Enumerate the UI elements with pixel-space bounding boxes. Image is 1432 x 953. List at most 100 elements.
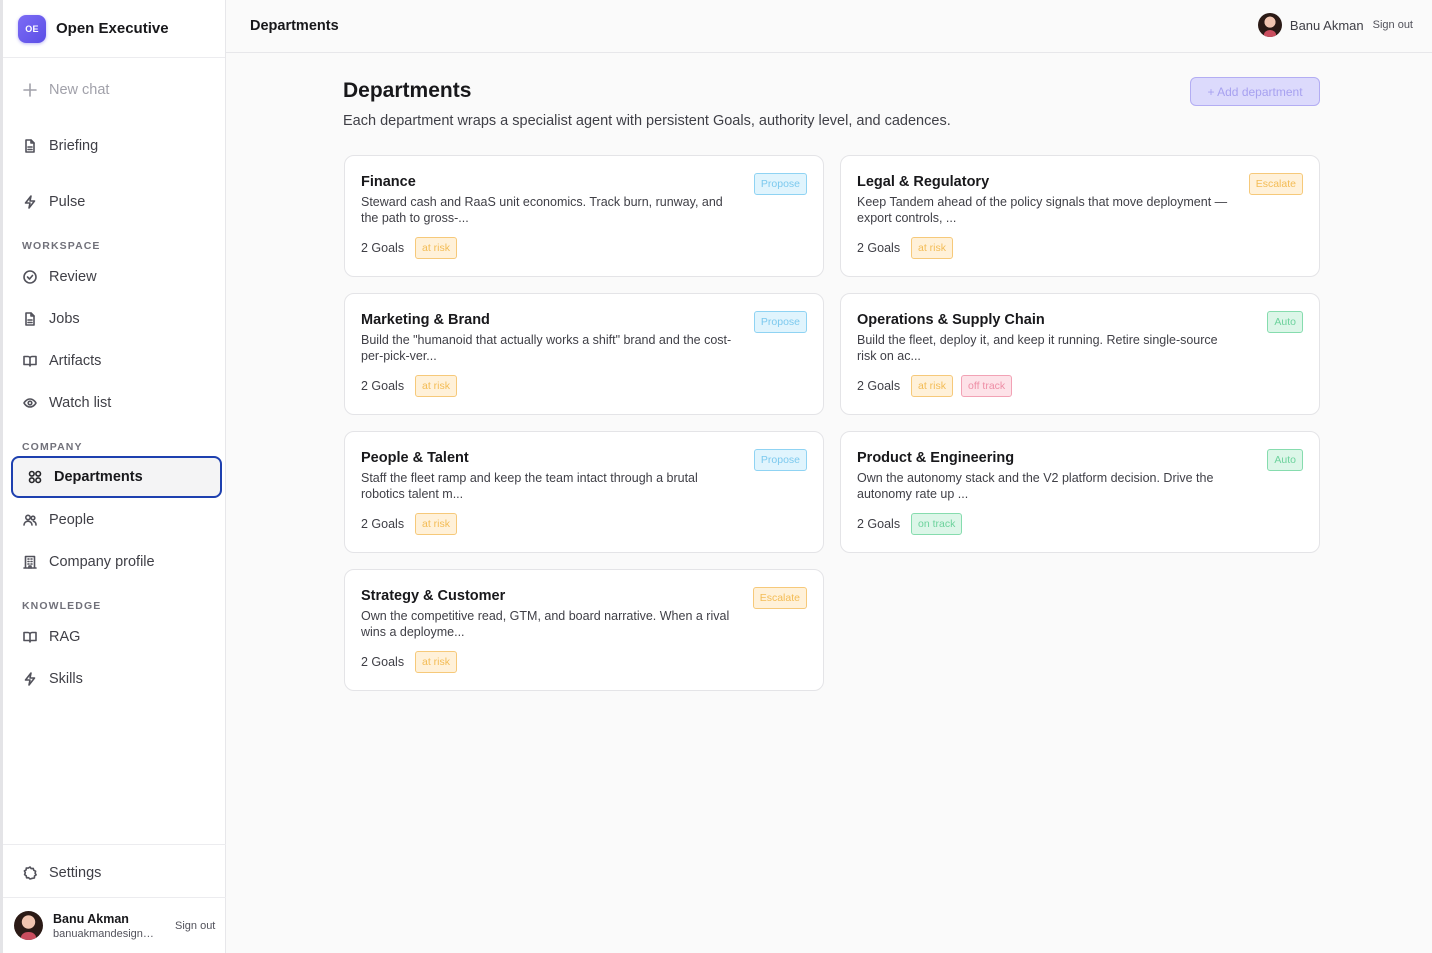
plus-icon — [23, 83, 37, 97]
sidebar-item-pulse[interactable]: Pulse — [8, 181, 219, 223]
sidebar-item-briefing[interactable]: Briefing — [8, 125, 219, 167]
user-email: banuakmandesign@g... — [53, 927, 165, 940]
sidebar-item-rag[interactable]: RAG — [8, 616, 219, 658]
sign-out-link[interactable]: Sign out — [175, 920, 215, 932]
department-description: Own the competitive read, GTM, and board… — [361, 609, 730, 639]
department-description: Build the fleet, deploy it, and keep it … — [857, 333, 1218, 363]
sidebar-item-label: RAG — [49, 629, 81, 645]
goals-count: 2 Goals — [361, 379, 405, 393]
users-icon — [23, 513, 37, 527]
sidebar-item-label: Artifacts — [49, 353, 102, 369]
goals-count: 2 Goals — [361, 517, 405, 531]
sidebar-item-label: Briefing — [49, 138, 99, 154]
goal-status-badges: on track — [911, 513, 963, 535]
goals-count: 2 Goals — [857, 517, 901, 531]
section-label-workspace: WORKSPACE — [22, 240, 101, 252]
sidebar-item-label: Skills — [49, 671, 83, 687]
department-name: Marketing & Brand — [361, 312, 490, 328]
goals-count: 2 Goals — [361, 655, 405, 669]
status-badge: on track — [911, 513, 963, 535]
department-name: Product & Engineering — [857, 450, 1015, 466]
department-name: Strategy & Customer — [361, 588, 506, 604]
sidebar-item-company-profile[interactable]: Company profile — [8, 541, 219, 583]
department-description: Staff the fleet ramp and keep the team i… — [361, 471, 698, 501]
sidebar-item-label: Review — [49, 269, 97, 285]
status-badge: at risk — [415, 651, 458, 673]
page-title: Departments — [343, 79, 472, 102]
breadcrumb: Departments — [250, 18, 339, 34]
sidebar-item-artifacts[interactable]: Artifacts — [8, 340, 219, 382]
section-label-knowledge: KNOWLEDGE — [22, 600, 102, 612]
goal-status-badges: at risk — [415, 375, 458, 397]
department-card[interactable]: Product & Engineering Auto Own the autonom… — [840, 431, 1320, 553]
authority-badge: Propose — [753, 173, 807, 195]
top-bar: Departments Banu Akman Sign out — [226, 0, 1432, 53]
user-name: Banu Akman — [53, 911, 129, 926]
sidebar-item-jobs[interactable]: Jobs — [8, 298, 219, 340]
department-card[interactable]: Operations & Supply Chain Auto Build the f… — [840, 293, 1320, 415]
bolt-icon — [23, 672, 37, 686]
app-logo: OE — [18, 14, 46, 43]
department-card[interactable]: Marketing & Brand Propose Build the "human… — [344, 293, 824, 415]
goal-status-badges: at risk — [415, 237, 458, 259]
avatar[interactable] — [14, 911, 43, 940]
goal-status-badges: at risk — [911, 237, 954, 259]
department-description: Keep Tandem ahead of the policy signals … — [857, 195, 1228, 225]
sidebar-item-settings[interactable]: Settings — [8, 852, 219, 894]
add-department-button[interactable]: + Add department — [1190, 77, 1320, 106]
goal-status-badges: at risk — [415, 513, 458, 535]
sidebar-item-label: Watch list — [49, 395, 112, 411]
sidebar-item-label: Company profile — [49, 554, 155, 570]
document-icon — [23, 139, 37, 153]
status-badge: at risk — [911, 375, 954, 397]
new-chat-label: New chat — [49, 82, 110, 98]
status-badge: at risk — [911, 237, 954, 259]
book-icon — [23, 354, 37, 368]
building-icon — [23, 555, 37, 569]
department-description: Own the autonomy stack and the V2 platfo… — [857, 471, 1214, 501]
department-card[interactable]: Strategy & Customer Escalate Own the compe… — [344, 569, 824, 691]
sidebar-item-watch-list[interactable]: Watch list — [8, 382, 219, 424]
app-name: Open Executive — [56, 20, 169, 37]
section-label-company: COMPANY — [22, 441, 83, 453]
authority-badge: Propose — [753, 449, 807, 471]
topbar-user-name: Banu Akman — [1289, 17, 1364, 33]
sidebar-item-label: Settings — [49, 865, 102, 881]
department-name: Operations & Supply Chain — [857, 312, 1045, 328]
department-card[interactable]: Legal & Regulatory Escalate Keep Tandem ah… — [840, 155, 1320, 277]
status-badge: off track — [961, 375, 1013, 397]
sidebar-item-departments[interactable]: Departments — [11, 456, 222, 498]
department-name: Legal & Regulatory — [857, 174, 990, 190]
grid-icon — [28, 470, 42, 484]
goal-status-badges: at risk off track — [911, 375, 1013, 397]
sidebar-item-label: People — [49, 512, 95, 528]
sidebar-item-review[interactable]: Review — [8, 256, 219, 298]
sidebar-item-skills[interactable]: Skills — [8, 658, 219, 700]
department-description: Steward cash and RaaS unit economics. Tr… — [361, 195, 723, 225]
avatar[interactable] — [1257, 13, 1282, 37]
user-profile: Banu Akman banuakmandesign@g... Sign out — [3, 898, 226, 953]
eye-icon — [23, 396, 37, 410]
book-icon — [23, 630, 37, 644]
goals-count: 2 Goals — [857, 379, 901, 393]
department-card[interactable]: Finance Propose Steward cash and RaaS unit… — [344, 155, 824, 277]
new-chat-button[interactable]: New chat — [8, 69, 219, 111]
sign-out-link[interactable]: Sign out — [1373, 19, 1413, 31]
goal-status-badges: at risk — [415, 651, 458, 673]
topbar-user: Banu Akman Sign out — [1257, 13, 1413, 37]
department-name: People & Talent — [361, 450, 469, 466]
sidebar: OE Open Executive New chat Briefing Puls… — [0, 0, 226, 953]
goals-count: 2 Goals — [857, 241, 901, 255]
authority-badge: Propose — [753, 311, 807, 333]
page-subtitle: Each department wraps a specialist agent… — [343, 113, 951, 129]
authority-badge: Escalate — [1248, 173, 1303, 195]
sidebar-item-people[interactable]: People — [8, 499, 219, 541]
status-badge: at risk — [415, 375, 458, 397]
department-card[interactable]: People & Talent Propose Staff the fleet ra… — [344, 431, 824, 553]
check-circle-icon — [23, 270, 37, 284]
bolt-icon — [23, 195, 37, 209]
authority-badge: Auto — [1267, 449, 1303, 471]
gear-icon — [23, 866, 37, 880]
brand[interactable]: OE Open Executive — [3, 0, 225, 58]
authority-badge: Auto — [1267, 311, 1303, 333]
